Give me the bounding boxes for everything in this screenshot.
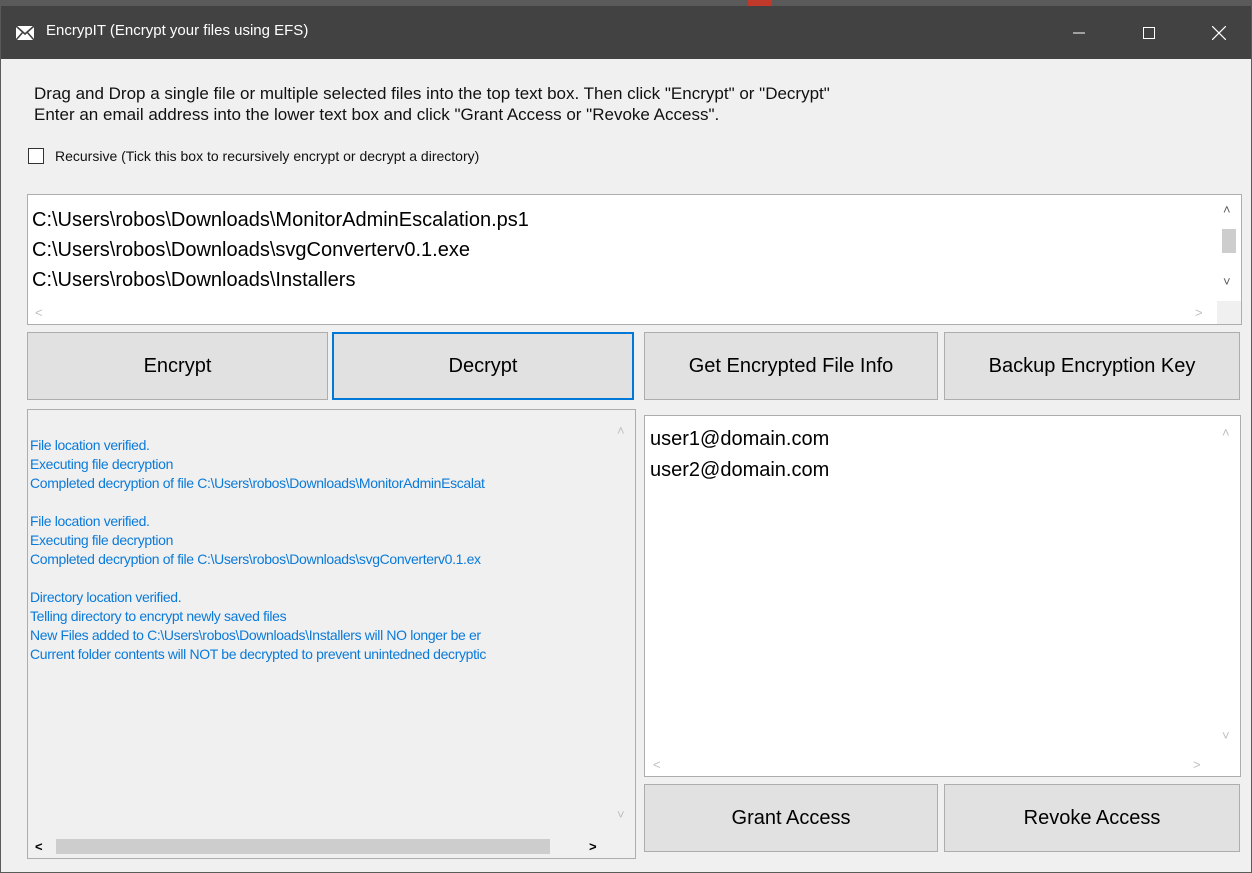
log-line: Completed decryption of file C:\Users\ro… [30,551,481,567]
scroll-up-icon[interactable]: ˄ [1223,203,1231,216]
log-line: New Files added to C:\Users\robos\Downlo… [30,627,481,643]
file-path-line: C:\Users\robos\Downloads\MonitorAdminEsc… [32,209,529,231]
scroll-down-icon[interactable]: ˅ [617,808,625,821]
scroll-right-icon[interactable]: > [1193,758,1201,771]
recursive-checkbox[interactable] [28,148,44,164]
scroll-down-icon[interactable]: ˅ [1222,729,1230,742]
scroll-up-icon[interactable]: ˄ [1222,426,1230,439]
scroll-down-icon[interactable]: ˅ [1223,275,1231,288]
log-line: Executing file decryption [30,532,174,548]
file-list-vertical-scrollbar[interactable]: ˄ ˅ [1217,195,1241,303]
scroll-left-icon[interactable]: < [35,306,43,319]
log-line: Directory location verified. [30,589,182,605]
file-list-horizontal-scrollbar[interactable]: < > [28,301,1219,324]
file-drop-textbox[interactable]: C:\Users\robos\Downloads\MonitorAdminEsc… [27,194,1242,325]
instructions-line-1: Drag and Drop a single file or multiple … [34,84,830,103]
scroll-up-icon[interactable]: ˄ [617,424,625,437]
window-title: EncrypIT (Encrypt your files using EFS) [46,22,309,39]
file-path-line: C:\Users\robos\Downloads\Installers [32,269,356,291]
log-line: Executing file decryption [30,456,174,472]
scroll-right-icon[interactable]: > [1195,306,1203,319]
log-line: Current folder contents will NOT be decr… [30,646,487,662]
encrypt-button[interactable]: Encrypt [27,332,328,400]
email-textbox[interactable]: user1@domain.com user2@domain.com ˄ ˅ < > [644,415,1241,777]
scroll-corner [1217,301,1241,324]
scroll-right-icon[interactable]: > [589,840,597,853]
decrypt-button[interactable]: Decrypt [332,332,634,400]
instructions-line-2: Enter an email address into the lower te… [34,105,720,124]
log-line: File location verified. [30,513,150,529]
email-address-line: user2@domain.com [650,459,830,481]
log-line: Telling directory to encrypt newly saved… [30,608,287,624]
maximize-icon [1143,26,1155,39]
app-window: EncrypIT (Encrypt your files using EFS) … [0,6,1252,873]
log-line: Completed decryption of file C:\Users\ro… [30,475,485,491]
email-address-line: user1@domain.com [650,428,830,450]
log-scroll-thumb[interactable] [56,839,550,854]
app-envelope-icon [15,25,35,41]
close-icon [1212,25,1226,40]
maximize-button[interactable] [1126,6,1172,59]
get-encrypted-file-info-button[interactable]: Get Encrypted File Info [644,332,938,400]
email-vertical-scrollbar[interactable]: ˄ ˅ [1216,416,1240,754]
file-list-content: C:\Users\robos\Downloads\MonitorAdminEsc… [32,205,529,295]
log-horizontal-scrollbar[interactable]: < > [28,834,611,858]
minimize-button[interactable] [1056,6,1102,59]
email-horizontal-scrollbar[interactable]: < > [645,752,1218,776]
log-vertical-scrollbar[interactable]: ˄ ˅ [611,410,635,835]
revoke-access-button[interactable]: Revoke Access [944,784,1240,852]
file-list-scroll-thumb[interactable] [1222,229,1236,253]
log-output[interactable]: File location verified. Executing file de… [27,409,636,859]
instructions-text: Drag and Drop a single file or multiple … [34,83,830,125]
scroll-left-icon[interactable]: < [35,840,43,853]
backup-encryption-key-button[interactable]: Backup Encryption Key [944,332,1240,400]
close-button[interactable] [1196,6,1242,59]
title-bar[interactable]: EncrypIT (Encrypt your files using EFS) [1,6,1251,59]
scroll-left-icon[interactable]: < [653,758,661,771]
log-content: File location verified. Executing file de… [30,436,610,664]
recursive-option[interactable]: Recursive (Tick this box to recursively … [28,148,479,164]
grant-access-button[interactable]: Grant Access [644,784,938,852]
file-path-line: C:\Users\robos\Downloads\svgConverterv0.… [32,239,470,261]
log-line: File location verified. [30,437,150,453]
minimize-icon [1073,32,1085,33]
recursive-label[interactable]: Recursive (Tick this box to recursively … [55,148,479,164]
email-list-content: user1@domain.com user2@domain.com [650,424,829,486]
